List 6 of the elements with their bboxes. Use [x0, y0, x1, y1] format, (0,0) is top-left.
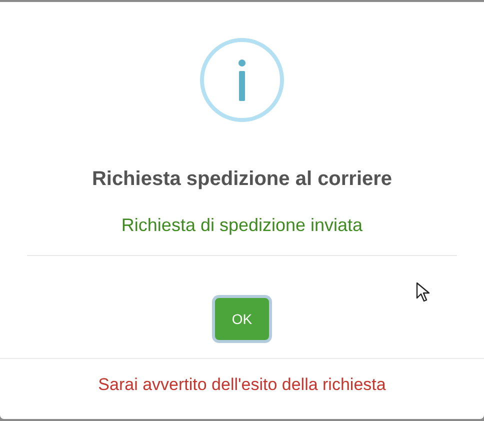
footer-note: Sarai avvertito dell'esito della richiesta — [98, 374, 386, 396]
info-icon — [198, 36, 286, 124]
dialog-message: Richiesta di spedizione inviata — [121, 214, 363, 237]
mouse-cursor-icon — [416, 282, 430, 302]
ok-button[interactable]: OK — [215, 298, 269, 340]
dialog-title: Richiesta spedizione al corriere — [92, 167, 392, 192]
